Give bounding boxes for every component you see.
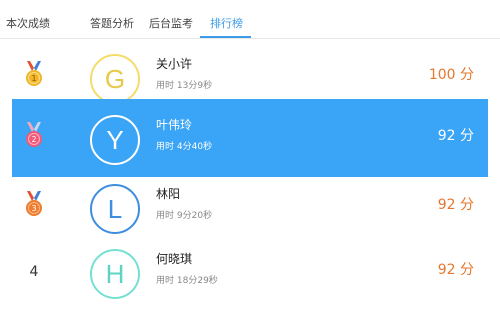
duration-value: 13分9秒 bbox=[176, 81, 213, 91]
rank-number: 4 bbox=[29, 264, 39, 280]
duration-text: 用时 4分40秒 bbox=[156, 139, 212, 152]
gold-medal-icon: 1 bbox=[26, 61, 42, 86]
duration-prefix: 用时 bbox=[156, 81, 175, 91]
duration-prefix: 用时 bbox=[156, 211, 175, 221]
duration-text: 用时 18分29秒 bbox=[156, 273, 218, 286]
tab-bar: 本次成绩 答题分析 后台监考 排行榜 bbox=[0, 0, 500, 39]
leaderboard-row-selected[interactable]: 2 Y 叶伟玲 用时 4分40秒 92 分 bbox=[12, 99, 488, 177]
duration-value: 9分20秒 bbox=[176, 211, 213, 221]
score-value: 92 分 bbox=[437, 262, 474, 278]
duration-prefix: 用时 bbox=[156, 276, 175, 286]
duration-value: 18分29秒 bbox=[176, 276, 218, 286]
bronze-medal-icon: 3 bbox=[26, 191, 42, 216]
score-value: 100 分 bbox=[428, 67, 474, 83]
duration-prefix: 用时 bbox=[156, 142, 175, 152]
avatar: G bbox=[90, 54, 140, 104]
student-name: 叶伟玲 bbox=[156, 118, 193, 132]
score-value: 92 分 bbox=[437, 197, 474, 213]
leaderboard-row[interactable]: 4 H 何晓琪 用时 18分29秒 92 分 bbox=[12, 233, 488, 311]
duration-text: 用时 13分9秒 bbox=[156, 78, 212, 91]
medal-rank-number: 2 bbox=[31, 135, 36, 144]
duration-text: 用时 9分20秒 bbox=[156, 208, 212, 221]
student-name: 何晓琪 bbox=[156, 252, 193, 266]
score-value: 92 分 bbox=[437, 128, 474, 144]
tab-leaderboard[interactable]: 排行榜 bbox=[210, 17, 243, 31]
silver-medal-icon: 2 bbox=[26, 122, 42, 147]
avatar: L bbox=[90, 184, 140, 234]
duration-value: 4分40秒 bbox=[176, 142, 213, 152]
avatar: Y bbox=[90, 115, 140, 165]
medal-rank-number: 3 bbox=[31, 204, 36, 213]
tab-current-score[interactable]: 本次成绩 bbox=[6, 17, 50, 31]
avatar: H bbox=[90, 249, 140, 299]
tab-proctoring[interactable]: 后台监考 bbox=[149, 17, 193, 31]
student-name: 关小许 bbox=[156, 57, 193, 71]
student-name: 林阳 bbox=[156, 187, 181, 201]
tab-answer-analysis[interactable]: 答题分析 bbox=[90, 17, 134, 31]
medal-rank-number: 1 bbox=[31, 74, 36, 83]
